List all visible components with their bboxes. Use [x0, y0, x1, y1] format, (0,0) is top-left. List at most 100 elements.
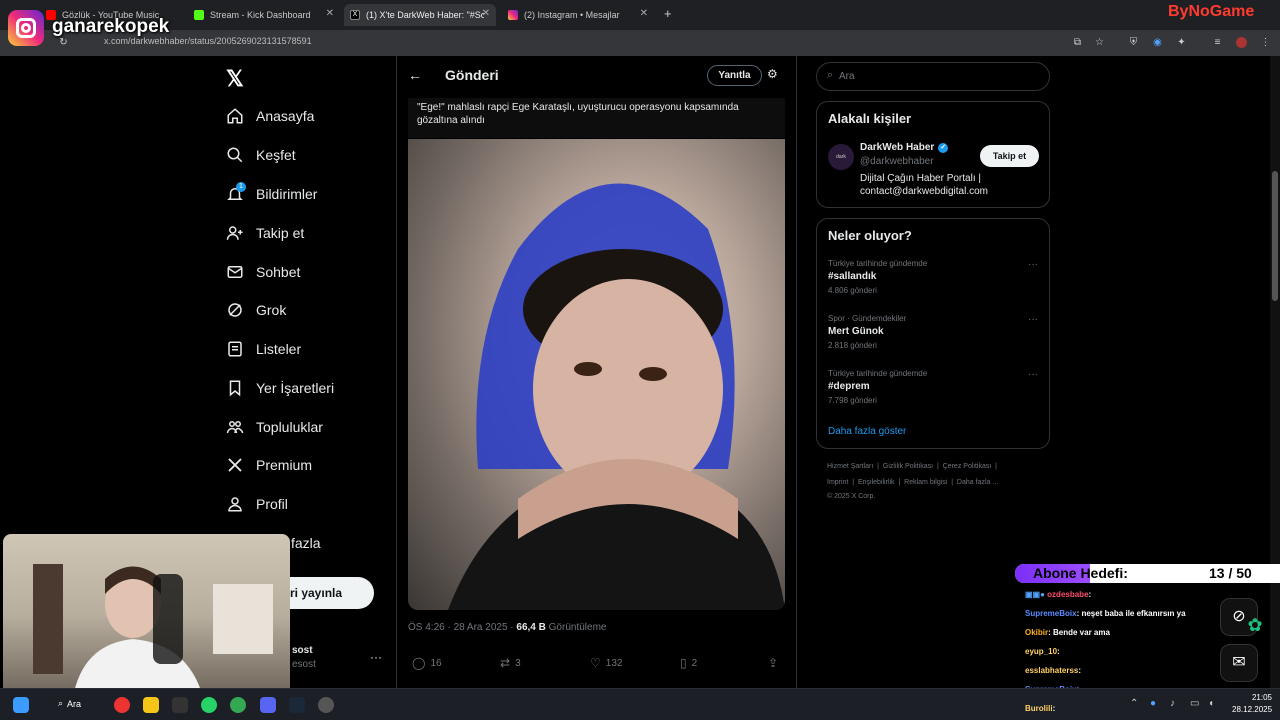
show-more-link[interactable]: Daha fazla göster	[828, 426, 906, 437]
chrome-icon[interactable]	[114, 697, 130, 713]
avatar[interactable]	[1236, 37, 1247, 48]
sidebar-item-label: Bildirimler	[256, 186, 318, 202]
bookmark-action[interactable]: ▯ 2	[680, 656, 697, 670]
menu-icon[interactable]: ⋮	[1260, 37, 1271, 48]
media-icon[interactable]: ≡	[1212, 37, 1223, 48]
sidebar-item-follow[interactable]: Takip et	[226, 221, 304, 245]
sidebar-item-label: Keşfet	[256, 147, 296, 163]
app-icon[interactable]	[172, 697, 188, 713]
trend-count: 7.798 gönderi	[828, 396, 877, 405]
whatsapp-icon[interactable]	[201, 697, 217, 713]
tray-icon[interactable]: ●	[1150, 698, 1156, 709]
steam-icon[interactable]	[289, 697, 305, 713]
close-icon[interactable]: ✕	[326, 8, 334, 19]
tab-instagram[interactable]: (2) Instagram • Mesajlar ✕	[502, 4, 654, 26]
sidebar-item-explore[interactable]: Keşfet	[226, 143, 296, 167]
more-icon[interactable]: ···	[1028, 369, 1038, 380]
streamer-username: ganarekopek	[52, 16, 170, 37]
more-icon[interactable]: ···	[1028, 314, 1038, 325]
star-icon[interactable]: ☆	[1094, 37, 1105, 48]
sidebar-item-grok[interactable]: Grok	[226, 298, 286, 322]
sidebar-item-communities[interactable]: Topluluklar	[226, 415, 323, 439]
post-image[interactable]	[408, 139, 785, 610]
sidebar-item-profile[interactable]: Profil	[226, 492, 288, 516]
reply-action[interactable]: ◯ 16	[412, 656, 442, 670]
microphone-icon[interactable]: ♪	[1170, 698, 1175, 709]
trend-item[interactable]: Spor · Gündemdekiler Mert Günok 2.818 gö…	[828, 314, 1038, 350]
reply-button[interactable]: Yanıtla	[707, 65, 762, 86]
obs-icon[interactable]	[318, 697, 334, 713]
more-icon[interactable]: ···	[370, 650, 382, 664]
scrollbar[interactable]	[1270, 56, 1280, 688]
home-icon	[227, 108, 243, 124]
trend-count: 4.806 gönderi	[828, 286, 877, 295]
webcam-illustration	[33, 564, 273, 697]
extension-icon[interactable]: ◉	[1152, 37, 1163, 48]
mail-icon	[227, 266, 243, 278]
x-logo-icon[interactable]: 𝕏	[226, 66, 244, 92]
list-icon	[228, 341, 242, 357]
clock[interactable]: 21:05 28.12.2025	[1232, 693, 1272, 714]
tab-kick-dashboard[interactable]: Stream - Kick Dashboard ✕	[188, 4, 340, 26]
scrollbar-thumb[interactable]	[1272, 171, 1278, 301]
sidebar-item-chat[interactable]: Sohbet	[226, 260, 300, 284]
chevron-up-icon[interactable]: ⌃	[1130, 698, 1138, 709]
sidebar-item-premium[interactable]: Premium	[226, 453, 312, 477]
instagram-username-overlay: ganarekopek	[8, 10, 198, 46]
tab-label: Stream - Kick Dashboard	[210, 10, 311, 20]
trend-item[interactable]: Türkiye tarihinde gündemde #sallandık 4.…	[828, 259, 1038, 295]
post-text: "Ege!" mahlaslı rapçi Ege Karataşlı, uyu…	[417, 102, 739, 126]
chrome-profile-icon[interactable]	[230, 697, 246, 713]
sidebar-item-bookmarks[interactable]: Yer İşaretleri	[226, 376, 334, 400]
sidebar-item-lists[interactable]: Listeler	[226, 337, 301, 361]
repost-action[interactable]: ⇄ 3	[500, 656, 521, 670]
footer-links[interactable]: Hizmet Şartları | Gizlilik Politikası | …	[827, 463, 997, 470]
new-tab-button[interactable]: +	[664, 6, 672, 21]
reply-icon: ◯	[412, 656, 426, 670]
settings-sliders-icon[interactable]: ⚙	[767, 67, 778, 81]
footer-links[interactable]: Imprint | Erişilebilirlik | Reklam bilgi…	[827, 479, 998, 486]
sidebar-item-home[interactable]: Anasayfa	[226, 104, 314, 128]
more-icon[interactable]: ···	[1028, 259, 1038, 270]
file-explorer-icon[interactable]	[143, 697, 159, 713]
close-icon[interactable]: ✕	[482, 8, 490, 19]
chat-message: Okibir: Bende var ama	[1025, 628, 1110, 637]
sidebar-item-label: Yer İşaretleri	[256, 380, 335, 396]
tab-label: (1) X'te DarkWeb Haber: "#Son	[366, 10, 484, 20]
share-icon[interactable]: ⇪	[768, 656, 778, 670]
close-icon[interactable]: ✕	[640, 8, 648, 19]
webcam-overlay	[3, 534, 290, 697]
windows-start-icon[interactable]	[13, 697, 29, 713]
sidebar-item-notifications[interactable]: 1 Bildirimler	[226, 182, 317, 206]
sidebar-item-more[interactable]: fazla	[291, 531, 321, 555]
tab-x-post[interactable]: X (1) X'te DarkWeb Haber: "#Son ✕	[344, 4, 496, 26]
discord-icon[interactable]	[260, 697, 276, 713]
network-icon[interactable]: ▭	[1190, 698, 1199, 709]
back-arrow-icon[interactable]: ←	[408, 67, 422, 83]
search-box[interactable]: ⌕ Ara	[816, 62, 1050, 91]
related-handle: @darkwebhaber	[860, 156, 934, 167]
chat-message: SupremeBoix: neşet baba ile efkanırsın y…	[1025, 609, 1186, 618]
shield-icon[interactable]: ⛨	[1128, 37, 1139, 48]
grok-icon	[228, 303, 242, 317]
sidebar-item-label: Anasayfa	[256, 108, 315, 124]
puzzle-icon[interactable]: ✦	[1176, 37, 1187, 48]
related-name[interactable]: DarkWeb Haber ✓	[860, 142, 949, 153]
avatar[interactable]: dark	[828, 144, 854, 170]
trend-meta: Spor · Gündemdekiler	[828, 314, 907, 323]
follow-button[interactable]: Takip et	[980, 145, 1039, 167]
trend-item[interactable]: Türkiye tarihinde gündemde #deprem 7.798…	[828, 369, 1038, 405]
instagram-icon	[508, 10, 518, 20]
search-input[interactable]: Ara	[839, 71, 855, 82]
sidebar-item-label: Grok	[256, 302, 287, 318]
install-icon[interactable]: ⧉	[1072, 37, 1083, 48]
bookmark-icon	[229, 380, 241, 397]
account-name: sost	[292, 645, 313, 656]
taskbar-search[interactable]: ⌕ Ara	[58, 698, 81, 709]
chatgpt-icon[interactable]: ✿	[1244, 614, 1266, 636]
like-action[interactable]: ♡ 132	[590, 656, 622, 670]
trend-title: #deprem	[828, 381, 870, 392]
messages-icon[interactable]: ✉	[1220, 644, 1258, 682]
quoted-post[interactable]: "Ege!" mahlaslı rapçi Ege Karataşlı, uyu…	[408, 98, 785, 138]
volume-icon[interactable]: ◖	[1208, 698, 1214, 709]
